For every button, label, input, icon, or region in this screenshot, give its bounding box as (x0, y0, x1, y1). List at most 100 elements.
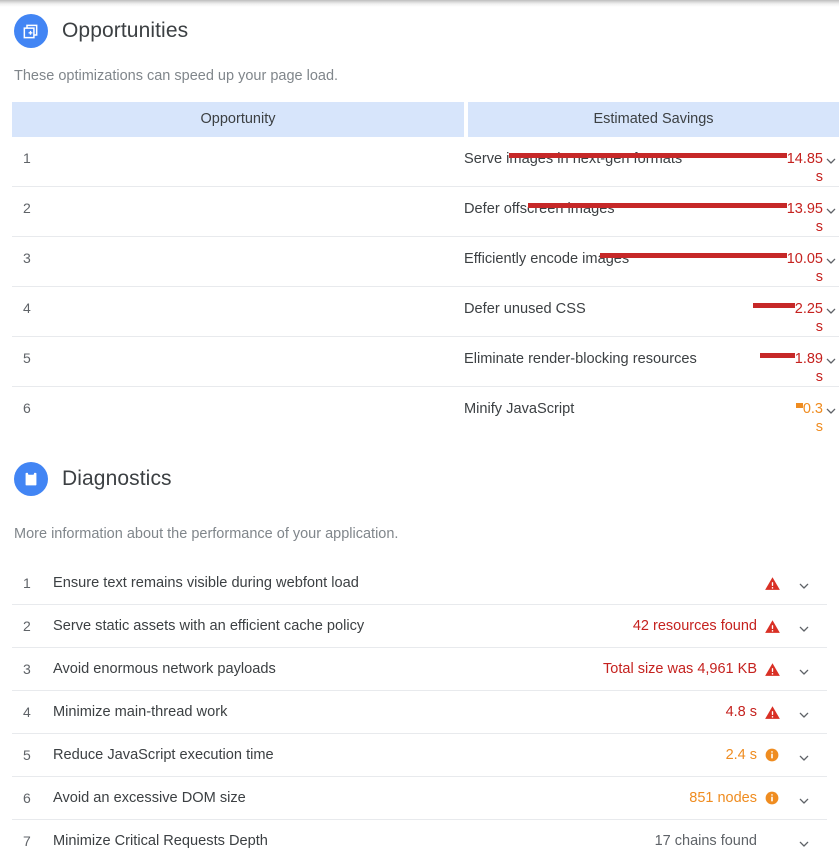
diagnostics-header: Diagnostics (12, 462, 827, 496)
diagnostic-value-cell: 17 chains found (515, 819, 827, 861)
savings-bar (795, 403, 803, 408)
chevron-down-icon[interactable] (823, 397, 839, 419)
opportunity-title: Defer offscreen images (464, 186, 839, 236)
opportunity-title: Minify JavaScript (464, 386, 839, 436)
savings-bar (752, 303, 795, 308)
diagnostic-value-cell: 851 nodes (515, 776, 827, 819)
diagnostics-table-body: 1 Ensure text remains visible during webf… (12, 562, 827, 861)
warning-triangle-icon (757, 704, 787, 721)
diagnostics-description: More information about the performance o… (14, 526, 399, 542)
opportunities-description: These optimizations can speed up your pa… (14, 68, 339, 84)
diagnostic-title: Avoid an excessive DOM size (53, 776, 515, 819)
opportunity-title: Eliminate render-blocking resources (464, 336, 839, 386)
table-row[interactable]: 2 Serve static assets with an efficient c… (12, 604, 827, 647)
warning-triangle-icon (757, 661, 787, 678)
chevron-down-icon[interactable] (823, 197, 839, 219)
savings-value: 13.95 s (786, 201, 823, 235)
diagnostics-section: Diagnostics More information about the p… (0, 462, 839, 861)
table-row[interactable]: 6 Avoid an excessive DOM size 851 nodes (12, 776, 827, 819)
diagnostic-value: 2.4 s (725, 747, 757, 763)
table-row[interactable]: 4 Defer unused CSS 2.25 s (12, 286, 839, 336)
table-row[interactable]: 5 Eliminate render-blocking resources 1.89… (12, 336, 839, 386)
warning-triangle-icon (757, 575, 787, 592)
table-row[interactable]: 5 Reduce JavaScript execution time 2.4 s (12, 733, 827, 776)
add-photo-icon (14, 14, 48, 48)
row-index: 4 (12, 690, 53, 733)
column-header-estimated-savings: Estimated Savings (468, 102, 839, 137)
diagnostic-value: 42 resources found (632, 618, 757, 634)
chevron-down-icon[interactable] (787, 615, 821, 637)
row-index: 3 (12, 236, 464, 286)
chevron-down-icon[interactable] (787, 787, 821, 809)
diagnostic-value-cell (515, 562, 827, 604)
savings-bar (599, 253, 787, 258)
diagnostics-title: Diagnostics (62, 467, 172, 490)
row-index: 2 (12, 186, 464, 236)
spacer-between-sections (0, 436, 839, 462)
diagnostic-value-cell: 42 resources found (515, 604, 827, 647)
diagnostic-value-cell: Total size was 4,961 KB (515, 647, 827, 690)
chevron-down-icon[interactable] (823, 147, 839, 169)
opportunities-title: Opportunities (62, 19, 189, 42)
chevron-down-icon[interactable] (787, 830, 821, 852)
savings-bar (759, 353, 795, 358)
opportunity-title: Defer unused CSS (464, 286, 839, 336)
table-row[interactable]: 4 Minimize main-thread work 4.8 s (12, 690, 827, 733)
diagnostic-value: 4.8 s (725, 704, 757, 720)
savings-value: 10.05 s (786, 251, 823, 285)
table-row[interactable]: 1 Serve images in next-gen formats 14.85 s (12, 137, 839, 186)
row-index: 6 (12, 776, 53, 819)
row-index: 3 (12, 647, 53, 690)
table-row[interactable]: 1 Ensure text remains visible during webf… (12, 562, 827, 604)
diagnostic-title: Avoid enormous network payloads (53, 647, 515, 690)
diagnostic-title: Minimize main-thread work (53, 690, 515, 733)
table-row[interactable]: 7 Minimize Critical Requests Depth 17 chai… (12, 819, 827, 861)
opportunities-header: Opportunities (12, 14, 827, 48)
opportunities-table-head: Opportunity Estimated Savings (12, 102, 839, 137)
row-index: 5 (12, 733, 53, 776)
scroll-shadow (0, 0, 839, 7)
row-index: 1 (23, 575, 31, 591)
row-index: 4 (12, 286, 464, 336)
chevron-down-icon[interactable] (823, 247, 839, 269)
row-index: 5 (12, 336, 464, 386)
table-header-row: Opportunity Estimated Savings (12, 102, 839, 137)
opportunity-title: Efficiently encode images (464, 236, 839, 286)
diagnostic-value-cell: 4.8 s (515, 690, 827, 733)
opportunities-section: Opportunities These optimizations can sp… (0, 14, 839, 436)
table-row[interactable]: 2 Defer offscreen images 13.95 s (12, 186, 839, 236)
diagnostic-title: Ensure text remains visible during webfo… (53, 575, 359, 591)
info-circle-icon (757, 747, 787, 763)
chevron-down-icon[interactable] (787, 701, 821, 723)
chevron-down-icon[interactable] (787, 572, 821, 594)
savings-value: 2.25 s (794, 301, 823, 335)
savings-value: 1.89 s (794, 351, 823, 385)
column-header-opportunity: Opportunity (12, 102, 464, 137)
opportunities-table: Opportunity Estimated Savings 1 Serve ima… (12, 102, 839, 436)
info-circle-icon (757, 790, 787, 806)
chevron-down-icon[interactable] (787, 744, 821, 766)
diagnostic-title: Serve static assets with an efficient ca… (53, 604, 515, 647)
diagnostic-value: Total size was 4,961 KB (603, 661, 757, 677)
opportunities-table-body: 1 Serve images in next-gen formats 14.85 s… (12, 137, 839, 436)
lighthouse-report-panel: Opportunities These optimizations can sp… (0, 0, 839, 861)
row-index: 7 (12, 819, 53, 861)
chevron-down-icon[interactable] (787, 658, 821, 680)
chevron-down-icon[interactable] (823, 297, 839, 319)
diagnostic-value: 17 chains found (654, 833, 757, 849)
savings-value: 14.85 s (786, 151, 823, 185)
row-index: 1 (23, 150, 31, 166)
savings-bar (508, 153, 787, 158)
diagnostic-value-cell: 2.4 s (515, 733, 827, 776)
row-index: 6 (12, 386, 464, 436)
chevron-down-icon[interactable] (823, 347, 839, 369)
row-index: 2 (12, 604, 53, 647)
table-row[interactable]: 6 Minify JavaScript 0.3 s (12, 386, 839, 436)
savings-bar (527, 203, 787, 208)
table-row[interactable]: 3 Efficiently encode images 10.05 s (12, 236, 839, 286)
table-row[interactable]: 3 Avoid enormous network payloads Total si… (12, 647, 827, 690)
